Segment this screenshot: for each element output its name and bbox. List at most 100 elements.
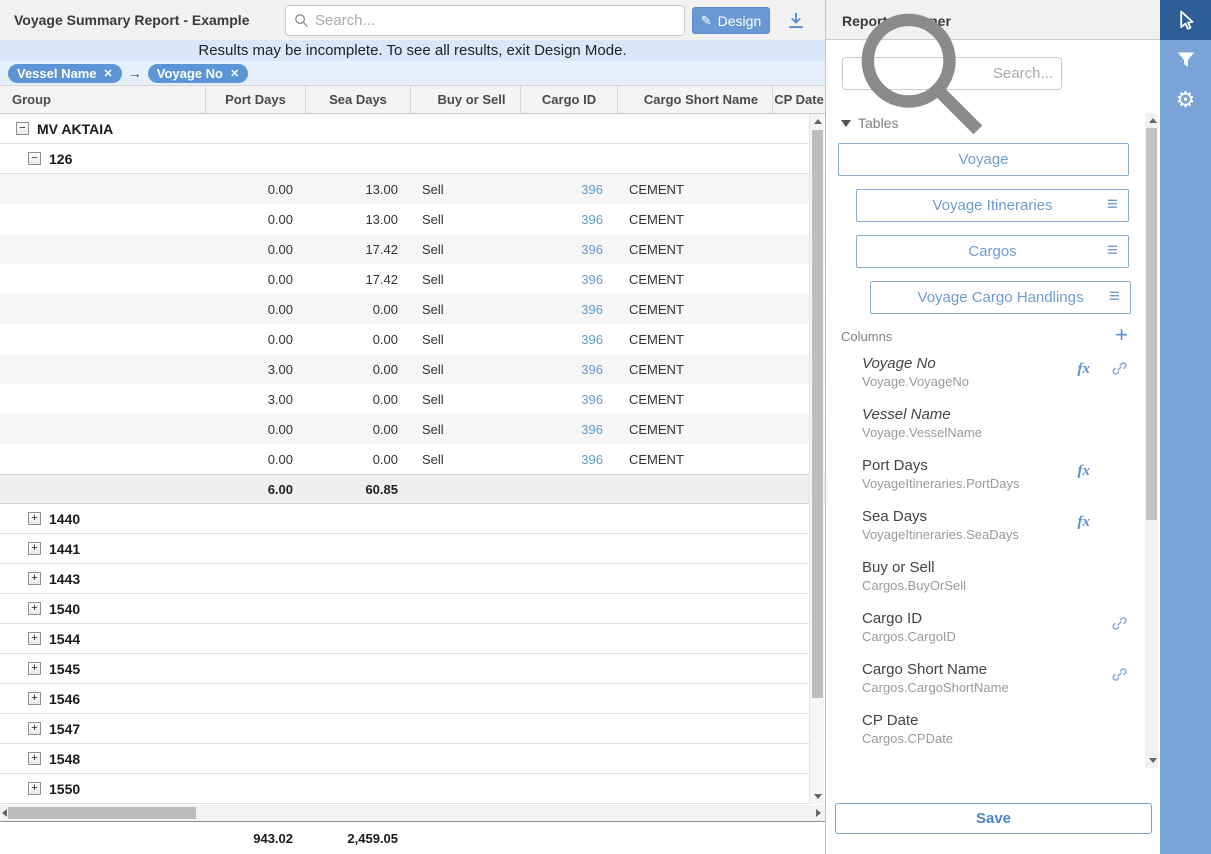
column-header-cargo-id[interactable]: Cargo ID (520, 86, 617, 113)
settings-tool-button[interactable]: ⚙ (1160, 80, 1211, 120)
collapse-icon[interactable]: − (16, 122, 29, 135)
sea-days-cell: 0.00 (305, 392, 410, 407)
cargo-id-link[interactable]: 396 (581, 332, 603, 347)
scroll-down-icon[interactable] (814, 794, 822, 799)
cargo-id-link[interactable]: 396 (581, 272, 603, 287)
cargo-id-link[interactable]: 396 (581, 302, 603, 317)
close-icon[interactable]: ✕ (104, 67, 113, 80)
design-button[interactable]: ✎ Design (692, 7, 770, 34)
link-icon[interactable] (1111, 666, 1128, 683)
group-row-1540[interactable]: +1540 (0, 594, 825, 624)
grouping-chip-vessel-name[interactable]: Vessel Name✕ (8, 64, 122, 83)
cargo-short-name-cell: CEMENT (617, 392, 772, 407)
cargo-id-link[interactable]: 396 (581, 362, 603, 377)
add-column-icon[interactable]: + (1115, 325, 1128, 345)
expand-icon[interactable]: + (28, 542, 41, 555)
column-item-cargo-id[interactable]: Cargo IDCargos.CargoID (826, 610, 1160, 661)
cargo-id-cell: 396 (520, 452, 617, 467)
designer-tool-button[interactable] (1160, 0, 1211, 40)
column-item-vessel-name[interactable]: Vessel NameVoyage.VesselName (826, 406, 1160, 457)
expand-icon[interactable]: + (28, 512, 41, 525)
expand-icon[interactable]: + (28, 782, 41, 795)
panel-scrollbar[interactable] (1145, 113, 1158, 768)
column-item-cargo-short-name[interactable]: Cargo Short NameCargos.CargoShortName (826, 661, 1160, 712)
menu-icon[interactable]: ≡ (1107, 194, 1118, 216)
table-chip-voyage[interactable]: Voyage (838, 143, 1129, 176)
column-header-cargo-short-name[interactable]: Cargo Short Name (617, 86, 772, 113)
cargo-id-link[interactable]: 396 (581, 182, 603, 197)
cargo-id-link[interactable]: 396 (581, 242, 603, 257)
cargo-id-cell: 396 (520, 182, 617, 197)
download-icon[interactable] (782, 8, 810, 34)
group-row-1548[interactable]: +1548 (0, 744, 825, 774)
group-row-1440[interactable]: +1440 (0, 504, 825, 534)
column-header-port-days[interactable]: Port Days (205, 86, 305, 113)
column-item-voyage-no[interactable]: Voyage NoVoyage.VoyageNofx (826, 355, 1160, 406)
column-item-port-days[interactable]: Port DaysVoyageItineraries.PortDaysfx (826, 457, 1160, 508)
expand-icon[interactable]: + (28, 722, 41, 735)
buy-or-sell-cell: Sell (410, 182, 520, 197)
expand-icon[interactable]: + (28, 572, 41, 585)
expand-icon[interactable]: + (28, 632, 41, 645)
group-row-1550[interactable]: +1550 (0, 774, 825, 804)
column-item-sea-days[interactable]: Sea DaysVoyageItineraries.SeaDaysfx (826, 508, 1160, 559)
column-item-cp-date[interactable]: CP DateCargos.CPDate (826, 712, 1160, 763)
menu-icon[interactable]: ≡ (1109, 286, 1120, 308)
cargo-short-name-cell: CEMENT (617, 212, 772, 227)
vertical-scrollbar-thumb[interactable] (812, 130, 823, 698)
scroll-left-icon[interactable] (2, 809, 7, 817)
horizontal-scrollbar-thumb[interactable] (8, 807, 196, 819)
cargo-id-link[interactable]: 396 (581, 452, 603, 467)
table-chip-voyage-cargo-handlings[interactable]: Voyage Cargo Handlings ≡ (870, 281, 1131, 314)
group-row-1443[interactable]: +1443 (0, 564, 825, 594)
filter-tool-button[interactable] (1160, 40, 1211, 80)
table-chip-label: Voyage Cargo Handlings (918, 289, 1084, 306)
vertical-scrollbar[interactable] (809, 114, 824, 804)
tables-section-toggle[interactable]: Tables (841, 115, 898, 131)
group-label: 1550 (49, 781, 80, 797)
fx-icon[interactable]: fx (1078, 514, 1091, 531)
scroll-up-icon[interactable] (814, 119, 822, 124)
expand-icon[interactable]: + (28, 752, 41, 765)
scroll-right-icon[interactable] (816, 809, 821, 817)
grouping-chip-voyage-no[interactable]: Voyage No✕ (148, 64, 248, 83)
group-row-1545[interactable]: +1545 (0, 654, 825, 684)
group-row-1547[interactable]: +1547 (0, 714, 825, 744)
link-icon[interactable] (1111, 360, 1128, 377)
column-header-group[interactable]: Group (0, 86, 205, 113)
group-row-1546[interactable]: +1546 (0, 684, 825, 714)
fx-icon[interactable]: fx (1078, 463, 1091, 480)
horizontal-scrollbar[interactable] (0, 805, 825, 821)
link-icon[interactable] (1111, 615, 1128, 632)
close-icon[interactable]: ✕ (230, 67, 239, 80)
menu-icon[interactable]: ≡ (1107, 240, 1118, 262)
expand-icon[interactable]: + (28, 692, 41, 705)
table-chip-cargos[interactable]: Cargos≡ (856, 235, 1129, 268)
column-path: Cargos.BuyOrSell (862, 578, 1160, 593)
scroll-down-icon[interactable] (1149, 758, 1157, 763)
expand-icon[interactable]: + (28, 602, 41, 615)
cargo-id-cell: 396 (520, 212, 617, 227)
cargo-id-link[interactable]: 396 (581, 392, 603, 407)
buy-or-sell-cell: Sell (410, 272, 520, 287)
column-header-sea-days[interactable]: Sea Days (305, 86, 410, 113)
collapse-icon[interactable]: − (28, 152, 41, 165)
table-chip-voyage-itineraries[interactable]: Voyage Itineraries≡ (856, 189, 1129, 222)
panel-scrollbar-thumb[interactable] (1146, 128, 1157, 520)
cargo-id-link[interactable]: 396 (581, 422, 603, 437)
cargo-id-link[interactable]: 396 (581, 212, 603, 227)
column-header-cp-date[interactable]: CP Date (772, 86, 825, 113)
group-row-1544[interactable]: +1544 (0, 624, 825, 654)
group-row-1441[interactable]: +1441 (0, 534, 825, 564)
scroll-up-icon[interactable] (1149, 118, 1157, 123)
expand-icon[interactable]: + (28, 662, 41, 675)
column-item-buy-or-sell[interactable]: Buy or SellCargos.BuyOrSell (826, 559, 1160, 610)
save-button[interactable]: Save (835, 803, 1152, 834)
group-row-mv-aktaia[interactable]: −MV AKTAIA (0, 114, 825, 144)
table-row: 0.0013.00Sell396CEMENT (0, 204, 825, 234)
column-header-buy-or-sell[interactable]: Buy or Sell (410, 86, 520, 113)
fx-icon[interactable]: fx (1078, 361, 1091, 378)
designer-search-input[interactable]: Search... (842, 57, 1062, 90)
group-row-126[interactable]: −126 (0, 144, 825, 174)
toolbar-search-input[interactable]: Search... (285, 5, 685, 36)
